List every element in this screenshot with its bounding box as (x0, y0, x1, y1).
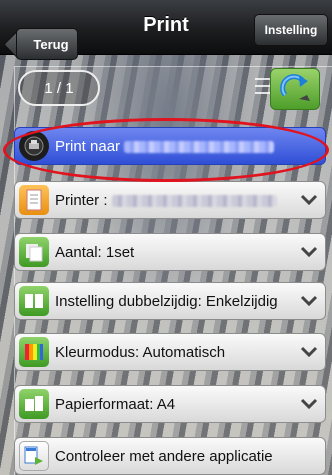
back-button[interactable]: Terug (16, 28, 78, 60)
redacted-text (124, 140, 275, 153)
paper-size-icon (19, 389, 49, 419)
color-mode-icon (19, 337, 49, 367)
color-mode-row[interactable]: Kleurmodus: Automatisch (14, 333, 326, 371)
duplex-label: Instelling dubbelzijdig: Enkelzijdig (55, 292, 278, 310)
settings-button[interactable]: Instelling (254, 14, 328, 46)
duplex-icon (19, 286, 49, 316)
check-other-app-row[interactable]: Controleer met andere applicatie (14, 437, 326, 475)
chevron-down-icon (300, 398, 318, 410)
paper-size-label: Papierformaat: A4 (55, 395, 176, 413)
page-counter: 1 / 1 (18, 70, 100, 106)
chevron-down-icon (300, 194, 318, 206)
chevron-down-icon (300, 295, 318, 307)
printer-label: Printer : (55, 191, 108, 209)
paper-size-row[interactable]: Papierformaat: A4 (14, 385, 326, 423)
document-icon (19, 185, 49, 215)
chevron-down-icon (300, 346, 318, 358)
chevron-down-icon (300, 246, 318, 258)
refresh-icon (280, 74, 310, 101)
copies-icon (19, 237, 49, 267)
refresh-button[interactable] (270, 68, 320, 110)
app-check-icon (19, 441, 49, 471)
duplex-row[interactable]: Instelling dubbelzijdig: Enkelzijdig (14, 282, 326, 320)
redacted-text (111, 194, 277, 207)
color-mode-label: Kleurmodus: Automatisch (55, 343, 226, 361)
back-button-wrapper[interactable]: Terug (8, 14, 78, 60)
copies-row[interactable]: Aantal: 1set (14, 233, 326, 271)
check-other-app-label: Controleer met andere applicatie (55, 447, 273, 465)
copies-label: Aantal: 1set (55, 243, 135, 261)
printer-device-icon (19, 131, 49, 161)
print-to-label: Print naar (55, 137, 121, 155)
printer-row[interactable]: Printer : (14, 181, 326, 219)
navigation-bar: Terug Print Instelling (0, 0, 332, 60)
print-to-row[interactable]: Print naar (14, 127, 326, 165)
